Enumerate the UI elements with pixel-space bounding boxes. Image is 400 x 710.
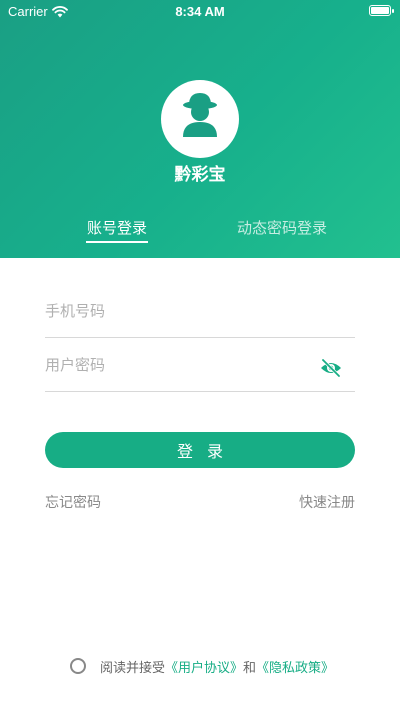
privacy-policy-link[interactable]: 《隐私政策》 (256, 657, 334, 676)
active-tab-indicator (86, 241, 148, 243)
quick-register-link[interactable]: 快速注册 (299, 492, 355, 512)
phone-input[interactable] (45, 296, 305, 326)
agreement-prefix: 阅读并接受 (100, 660, 166, 676)
agreement-conjunction: 和 (243, 660, 257, 676)
agreement-row: 阅读并接受 《用户协议》 和 《隐私政策》 (70, 656, 334, 676)
eye-off-icon[interactable] (319, 356, 343, 380)
login-button[interactable]: 登录 (45, 432, 355, 468)
tab-account-login[interactable]: 账号登录 (87, 217, 147, 238)
header-banner: Carrier 8:34 AM 黔彩宝 账号登录 动态密码登录 (0, 0, 400, 258)
login-tabs: 账号登录 动态密码登录 (0, 217, 400, 247)
password-input[interactable] (45, 350, 305, 380)
password-field (45, 350, 355, 392)
status-bar: Carrier 8:34 AM (0, 0, 400, 22)
phone-field (45, 296, 355, 338)
status-time: 8:34 AM (175, 4, 225, 19)
battery-icon (369, 5, 394, 16)
user-agreement-link[interactable]: 《用户协议》 (165, 657, 243, 676)
tab-dynamic-password-login[interactable]: 动态密码登录 (237, 217, 327, 238)
forgot-password-link[interactable]: 忘记密码 (45, 492, 101, 512)
user-avatar-icon (161, 80, 239, 158)
app-name: 黔彩宝 (174, 165, 226, 185)
agreement-checkbox[interactable] (70, 658, 86, 674)
